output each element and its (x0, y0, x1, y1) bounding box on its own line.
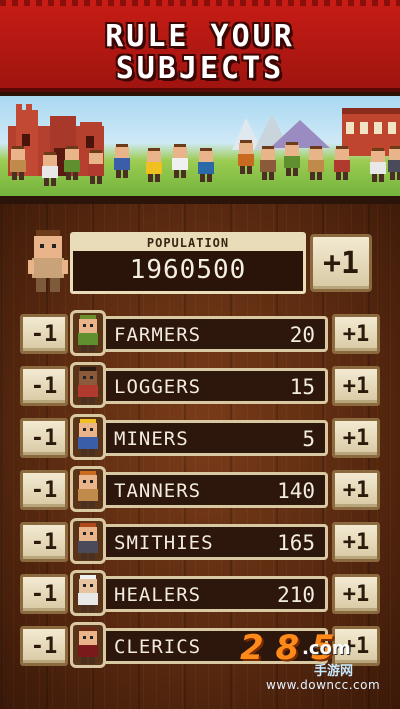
villager-icon (40, 152, 60, 186)
job-name: SMITHIES (114, 532, 214, 554)
job-name: LOGGERS (114, 376, 202, 398)
increase-button[interactable]: +1 (332, 470, 380, 510)
job-bar: FARMERS 20 (104, 316, 328, 352)
kingdom-scene (0, 96, 400, 200)
tanner-avatar-icon (70, 466, 106, 512)
job-name: CLERICS (114, 636, 202, 658)
cleric-avatar-icon (70, 622, 106, 668)
job-bar: TANNERS 140 (104, 472, 328, 508)
logger-avatar-icon (70, 362, 106, 408)
increase-button[interactable]: +1 (332, 574, 380, 614)
population-label: POPULATION (73, 235, 303, 251)
scene-divider (0, 196, 400, 204)
job-name: TANNERS (114, 480, 202, 502)
villager-icon (332, 146, 352, 180)
decrease-button[interactable]: -1 (20, 522, 68, 562)
job-row: -1 FARMERS 20 +1 (0, 310, 400, 356)
job-count: 210 (277, 583, 315, 607)
job-count: 20 (289, 323, 315, 347)
healer-avatar-icon (70, 570, 106, 616)
miner-avatar-icon (70, 414, 106, 460)
villager-icon (196, 148, 216, 182)
job-name: FARMERS (114, 324, 202, 346)
increase-button[interactable]: +1 (332, 626, 380, 666)
title-banner: RULE YOUR SUBJECTS (0, 0, 400, 92)
villager-icon (236, 140, 256, 174)
increase-button[interactable]: +1 (332, 366, 380, 406)
villager-icon (368, 148, 388, 182)
villager-icon (170, 144, 190, 178)
job-bar: HEALERS 210 (104, 576, 328, 612)
job-name: MINERS (114, 428, 189, 450)
job-bar: MINERS 5 (104, 420, 328, 456)
population-plus-button[interactable]: +1 (310, 234, 372, 292)
farmer-avatar-icon (70, 310, 106, 356)
decrease-button[interactable]: -1 (20, 314, 68, 354)
title-line-1: RULE YOUR (105, 19, 295, 54)
villager-avatar-icon (28, 230, 68, 292)
job-row: -1 LOGGERS 15 +1 (0, 362, 400, 408)
job-bar: SMITHIES 165 (104, 524, 328, 560)
job-bar: CLERICS (104, 628, 328, 664)
job-row: -1 SMITHIES 165 +1 (0, 518, 400, 564)
job-row: -1 CLERICS +1 (0, 622, 400, 668)
increase-button[interactable]: +1 (332, 418, 380, 458)
job-count: 5 (302, 427, 315, 451)
job-row: -1 TANNERS 140 +1 (0, 466, 400, 512)
job-count: 165 (277, 531, 315, 555)
job-count: 140 (277, 479, 315, 503)
population-panel: POPULATION 1960500 (70, 232, 306, 294)
increase-button[interactable]: +1 (332, 522, 380, 562)
villager-icon (112, 144, 132, 178)
job-bar: LOGGERS 15 (104, 368, 328, 404)
job-name: HEALERS (114, 584, 202, 606)
villager-icon (144, 148, 164, 182)
decrease-button[interactable]: -1 (20, 470, 68, 510)
villager-icon (86, 150, 106, 184)
decrease-button[interactable]: -1 (20, 574, 68, 614)
villager-icon (8, 146, 28, 180)
job-row: -1 HEALERS 210 +1 (0, 570, 400, 616)
population-value: 1960500 (129, 255, 247, 285)
villager-icon (306, 146, 326, 180)
title-line-2: SUBJECTS (115, 51, 285, 86)
villager-icon (62, 146, 82, 180)
decrease-button[interactable]: -1 (20, 418, 68, 458)
decrease-button[interactable]: -1 (20, 626, 68, 666)
job-count: 15 (289, 375, 315, 399)
villager-icon (258, 146, 278, 180)
increase-button[interactable]: +1 (332, 314, 380, 354)
job-row: -1 MINERS 5 +1 (0, 414, 400, 460)
villager-icon (282, 142, 302, 176)
smithy-avatar-icon (70, 518, 106, 564)
villager-icon (386, 146, 400, 180)
decrease-button[interactable]: -1 (20, 366, 68, 406)
